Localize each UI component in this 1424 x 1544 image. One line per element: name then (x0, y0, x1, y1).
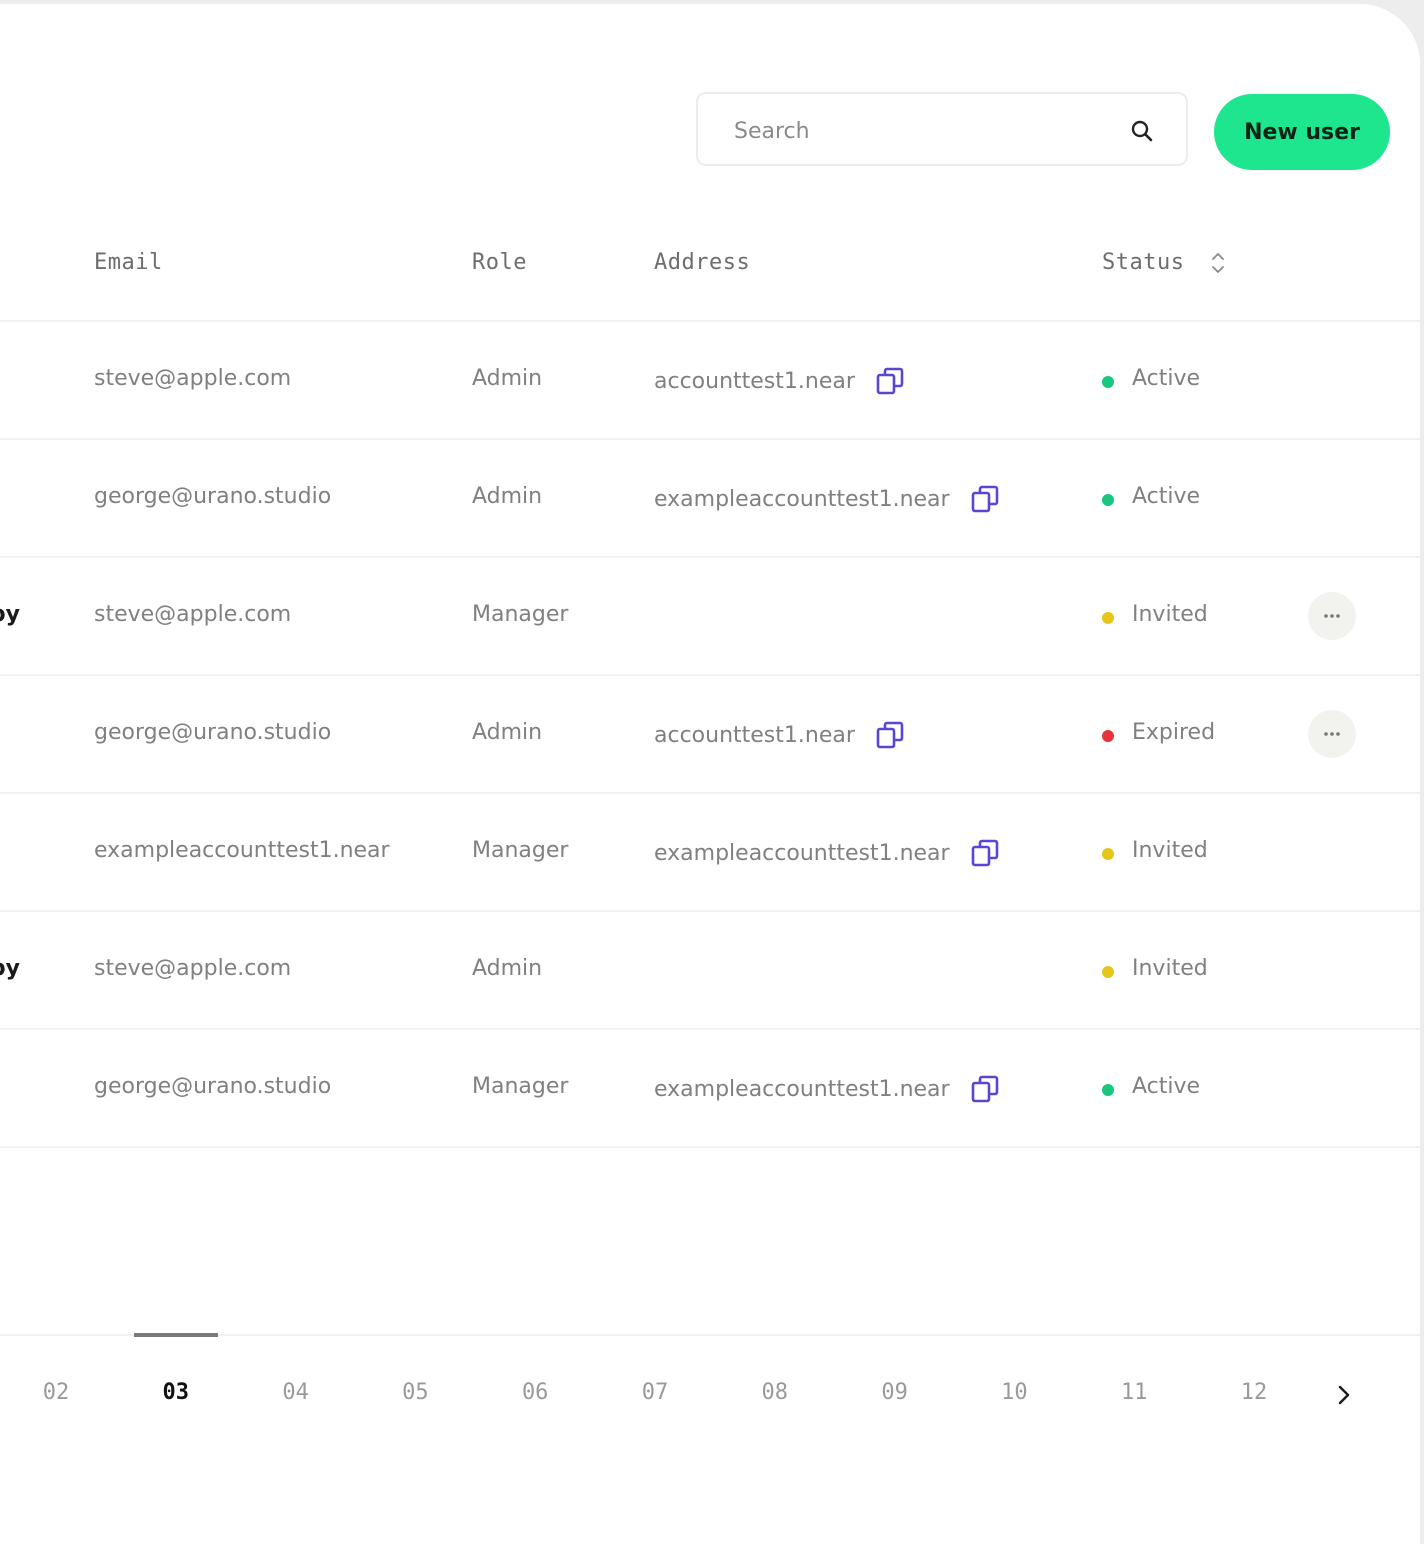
page-number[interactable]: 05 (385, 1380, 445, 1405)
role-cell: Admin (472, 484, 543, 509)
status-text: Active (1132, 366, 1201, 391)
status-text: Expired (1132, 720, 1216, 745)
status-dot (1102, 376, 1114, 388)
page-number[interactable]: 04 (266, 1380, 326, 1405)
role-cell: Manager (472, 838, 569, 863)
status-text: Invited (1132, 838, 1208, 863)
table-row[interactable]: george@urano.studio Manager exampleaccount… (0, 1030, 1420, 1148)
address-text: exampleaccounttest1.near (654, 1076, 950, 1102)
status-dot (1102, 966, 1114, 978)
page-number[interactable]: 08 (745, 1380, 805, 1405)
copy-icon[interactable] (970, 838, 1000, 868)
status-dot (1102, 848, 1114, 860)
copy-icon[interactable] (875, 720, 905, 750)
status-dot (1102, 1084, 1114, 1096)
email-cell: steve@apple.com (94, 956, 292, 981)
users-panel: New user Email Role Address Status steve… (0, 4, 1420, 1544)
table-header: Email Role Address Status (0, 204, 1420, 322)
column-header-email[interactable]: Email (94, 250, 163, 275)
table-row[interactable]: py steve@apple.com Admin Invited (0, 912, 1420, 1030)
page-number[interactable]: 11 (1104, 1380, 1164, 1405)
more-horizontal-icon (1324, 732, 1340, 736)
copy-icon[interactable] (970, 484, 1000, 514)
role-cell: Admin (472, 366, 543, 391)
status-dot (1102, 494, 1114, 506)
status-text: Invited (1132, 956, 1208, 981)
copy-icon[interactable] (875, 366, 905, 396)
sort-icon[interactable] (1210, 250, 1226, 276)
page-number[interactable]: 10 (984, 1380, 1044, 1405)
email-cell: george@urano.studio (94, 1074, 332, 1099)
address-text: exampleaccounttest1.near (654, 486, 950, 512)
page-number[interactable]: 03 (146, 1380, 206, 1405)
role-cell: Manager (472, 602, 569, 627)
chevron-right-icon[interactable] (1334, 1384, 1354, 1406)
status-dot (1102, 730, 1114, 742)
copy-icon[interactable] (970, 1074, 1000, 1104)
address-cell: exampleaccounttest1.near (654, 484, 1000, 514)
email-cell: george@urano.studio (94, 720, 332, 745)
row-more-button[interactable] (1308, 592, 1356, 640)
page-number[interactable]: 02 (26, 1380, 86, 1405)
page-number[interactable]: 12 (1224, 1380, 1284, 1405)
role-cell: Admin (472, 956, 543, 981)
table-row[interactable]: steve@apple.com Admin accounttest1.near Act… (0, 322, 1420, 440)
more-horizontal-icon (1324, 614, 1340, 618)
address-cell: exampleaccounttest1.near (654, 838, 1000, 868)
column-header-status[interactable]: Status (1102, 250, 1184, 275)
status-text: Invited (1132, 602, 1208, 627)
user-name: py (0, 956, 20, 981)
status-text: Active (1132, 484, 1201, 509)
table-row[interactable]: py steve@apple.com Manager Invited (0, 558, 1420, 676)
address-cell: exampleaccounttest1.near (654, 1074, 1000, 1104)
current-page-indicator (134, 1333, 218, 1337)
email-cell: steve@apple.com (94, 366, 292, 391)
page-number[interactable]: 09 (865, 1380, 925, 1405)
email-cell: steve@apple.com (94, 602, 292, 627)
status-dot (1102, 612, 1114, 624)
new-user-button[interactable]: New user (1214, 94, 1390, 170)
address-text: accounttest1.near (654, 368, 855, 394)
pagination: 02 03 04 05 06 07 08 09 10 11 12 (0, 1333, 1420, 1456)
table-row[interactable]: george@urano.studio Admin exampleaccountte… (0, 440, 1420, 558)
table-row[interactable]: exampleaccounttest1.near Manager exampleac… (0, 794, 1420, 912)
address-text: accounttest1.near (654, 722, 855, 748)
search-box[interactable] (696, 92, 1188, 166)
address-cell: accounttest1.near (654, 720, 905, 750)
email-cell: george@urano.studio (94, 484, 332, 509)
email-cell: exampleaccounttest1.near (94, 838, 390, 863)
address-text: exampleaccounttest1.near (654, 840, 950, 866)
column-header-address[interactable]: Address (654, 250, 750, 275)
status-text: Active (1132, 1074, 1201, 1099)
role-cell: Manager (472, 1074, 569, 1099)
row-more-button[interactable] (1308, 710, 1356, 758)
role-cell: Admin (472, 720, 543, 745)
address-cell: accounttest1.near (654, 366, 905, 396)
user-name: py (0, 602, 20, 627)
search-icon[interactable] (1130, 119, 1154, 143)
table-row[interactable]: george@urano.studio Admin accounttest1.nea… (0, 676, 1420, 794)
search-input[interactable] (732, 112, 1116, 150)
page-number[interactable]: 06 (505, 1380, 565, 1405)
page-number[interactable]: 07 (625, 1380, 685, 1405)
column-header-role[interactable]: Role (472, 250, 527, 275)
